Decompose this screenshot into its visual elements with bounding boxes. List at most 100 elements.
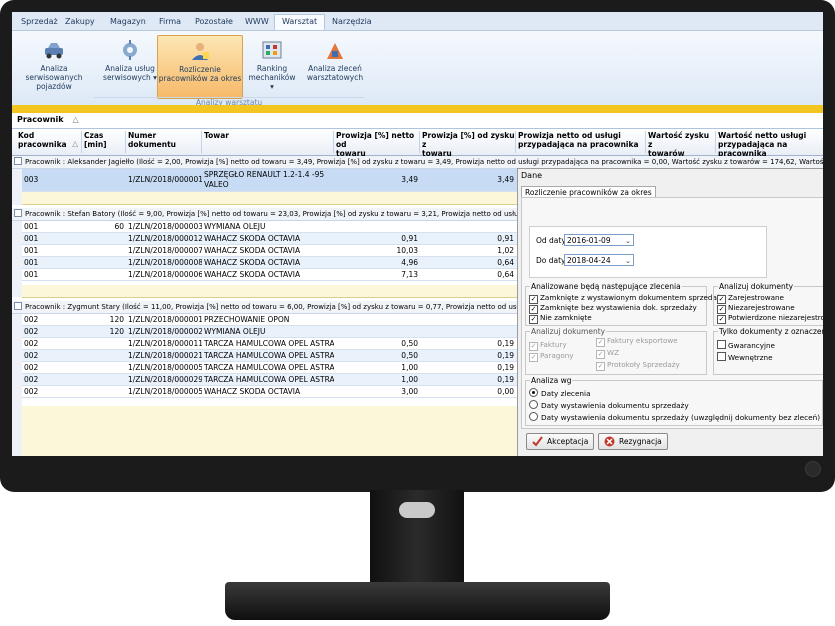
oznaczenie-fieldset: Tylko dokumenty z oznaczeniem Gwarancyjn… (713, 327, 823, 375)
checkbox-gwarancyjne[interactable]: Gwarancyjne (717, 340, 775, 350)
tab-narzedzia[interactable]: Narzędzia (325, 15, 379, 30)
analiza-serwisowanych-pojazdow-button[interactable]: Analiza serwisowanych pojazdów (12, 35, 96, 97)
cell-p2: 0,19 (497, 351, 514, 360)
cell-nr: 1/ZLN/2018/000012 (128, 234, 202, 243)
cell-towar: PRZECHOWANIE OPON (204, 315, 290, 324)
analiza-uslug-serwisowych-button[interactable]: Analiza usług serwisowych ▾ (100, 35, 160, 97)
cell-p1: 7,13 (401, 270, 418, 279)
ranking-mechanikow-button[interactable]: Ranking mechaników ▾ (246, 35, 298, 97)
check-icon (532, 436, 543, 447)
analizuj-fieldset: Analizuj dokumenty ✓ Zarejestrowane ✓ Niez… (713, 282, 823, 326)
cell-nr: 1/ZLN/2018/000029 (128, 375, 202, 384)
cell-nr: 1/ZLN/2018/000008 (128, 258, 202, 267)
cell-p1: 0,50 (401, 351, 418, 360)
ribbon-panel: Analiza serwisowanych pojazdów Analiza u… (12, 31, 823, 114)
accept-label: Akceptacja (547, 437, 589, 446)
cell-czas (82, 386, 126, 397)
radio-daty-zlecenia[interactable]: Daty zlecenia (529, 388, 591, 398)
collapse-icon[interactable] (14, 209, 22, 217)
cell-p1 (334, 314, 420, 325)
ribbon-btn-label: warsztatowych (306, 73, 364, 82)
power-button[interactable] (805, 461, 821, 477)
cell-kod: 001 (24, 234, 39, 243)
analiza-wg-fieldset: Analiza wg Daty zlecenia Daty wystawieni… (525, 376, 823, 426)
col-numer-dokumentu[interactable]: Numer dokumentu (126, 131, 202, 153)
ranking-icon (262, 41, 282, 59)
checkbox-wewnetrzne[interactable]: Wewnętrzne (717, 352, 773, 362)
collapse-icon[interactable] (14, 302, 22, 310)
chevron-down-icon[interactable]: ⌄ (625, 255, 631, 267)
col-prowizja-netto[interactable]: Prowizja [%] netto od towaru (334, 131, 420, 158)
od-daty-field[interactable]: 2016-01-09 ⌄ (564, 234, 634, 246)
tab-pozostale[interactable]: Pozostałe (188, 15, 240, 30)
col-prowizja-usluga[interactable]: Prowizja netto od usługi przypadająca na … (516, 131, 646, 153)
worker-icon (192, 43, 209, 60)
cell-czas (82, 338, 126, 349)
chevron-down-icon[interactable]: ⌄ (625, 235, 631, 247)
col-kod-pracownika[interactable]: Kod pracownika △ (16, 131, 82, 153)
ribbon-btn-label: Analiza usług (105, 64, 155, 73)
col-towar[interactable]: Towar (202, 131, 334, 153)
tab-warsztat[interactable]: Warsztat (274, 14, 326, 30)
tab-magazyn[interactable]: Magazyn (103, 15, 153, 30)
ribbon-btn-label: pracowników za okres (158, 74, 242, 83)
checkbox-protokoly[interactable]: ✓ Protokoły Sprzedaży (596, 360, 680, 371)
analiza-zlecen-warsztatowych-button[interactable]: Analiza zleceń warsztatowych (304, 35, 366, 97)
rozliczenie-pracownikow-button[interactable]: Rozliczenie pracowników za okres (157, 35, 243, 99)
collapse-icon[interactable] (14, 157, 22, 165)
cell-p1: 0,50 (401, 339, 418, 348)
tab-zakupy[interactable]: Zakupy (58, 15, 102, 30)
ribbon-btn-label: Analiza zleceń (308, 64, 362, 73)
cell-towar: WYMIANA OLEJU (204, 327, 266, 336)
accent-bar (12, 105, 823, 113)
sort-asc-icon: △ (72, 139, 78, 148)
checkbox-paragony[interactable]: ✓ Paragony (529, 351, 574, 362)
cell-czas: 120 (109, 315, 124, 324)
cell-kod: 001 (24, 270, 39, 279)
group-indent (12, 314, 22, 456)
gear-icon (123, 40, 137, 60)
col-wartosc-zysku[interactable]: Wartość zysku z towarów (646, 131, 716, 158)
ribbon-btn-label: Analiza serwisowanych (25, 64, 83, 82)
col-prowizja-zysk[interactable]: Prowizja [%] od zysku z towaru (420, 131, 516, 158)
checkbox-nie-zamkniete[interactable]: ✓ Nie zamknięte (529, 313, 592, 324)
cell-nr: 1/ZLN/2018/000021 (128, 351, 202, 360)
checkbox-faktury[interactable]: ✓ Faktury (529, 340, 567, 351)
checkbox-wz[interactable]: ✓ WZ (596, 348, 619, 359)
monitor-stand-base (225, 582, 610, 620)
cell-p2: 0,91 (497, 234, 514, 243)
do-daty-label: Do daty (536, 256, 566, 265)
cell-p2 (420, 314, 516, 325)
cell-p2: 0,64 (497, 270, 514, 279)
cell-towar: WAHACZ SKODA OCTAVIA (204, 387, 301, 396)
col-wartosc-uslugi[interactable]: Wartość netto usługi przypadająca na prac… (716, 131, 823, 158)
zlecenia-fieldset: Analizowane będą następujące zlecenia ✓ Z… (525, 282, 725, 326)
fieldset-legend: Analizuj dokumenty (530, 327, 607, 336)
checkbox-potwierdzone[interactable]: ✓Potwierdzone niezarejestrowane (717, 313, 823, 324)
tab-firma[interactable]: Firma (152, 15, 188, 30)
fieldset-legend: Tylko dokumenty z oznaczeniem (718, 327, 823, 336)
akceptacja-button[interactable]: Akceptacja (526, 433, 595, 450)
reject-label: Rezygnacja (619, 437, 662, 446)
do-daty-field[interactable]: 2018-04-24 ⌄ (564, 254, 634, 266)
cell-p2: 0,64 (497, 258, 514, 267)
dialog-panel: Od daty 2016-01-09 ⌄ Do daty 2018-04-24 ⌄ … (521, 197, 823, 429)
settings-dialog: Dane Rozliczenie pracowników za okres Od… (517, 168, 823, 456)
od-daty-label: Od daty (536, 236, 566, 245)
cell-kod: 002 (24, 339, 39, 348)
cell-p1: 0,91 (401, 234, 418, 243)
fieldset-legend: Analiza wg (530, 376, 573, 385)
cell-towar: WAHACZ SKODA OCTAVIA (204, 234, 301, 243)
cell-kod: 002 (24, 327, 39, 336)
tab-www[interactable]: WWW (238, 15, 276, 30)
cell-towar: WAHACZ SKODA OCTAVIA (204, 258, 301, 267)
fieldset-legend: Analizuj dokumenty (718, 282, 795, 291)
group-by-chip[interactable]: Pracownik △ (14, 115, 82, 126)
rezygnacja-button[interactable]: Rezygnacja (598, 433, 668, 450)
ribbon-btn-label: Ranking (256, 64, 288, 73)
checkbox-faktury-eksportowe[interactable]: ✓ Faktury eksportowe (596, 336, 678, 347)
radio-daty-wystawienia-bez-zlecen[interactable]: Daty wystawienia dokumentu sprzedaży (uw… (529, 412, 820, 422)
cell-p1: 3,00 (401, 387, 418, 396)
radio-daty-wystawienia[interactable]: Daty wystawienia dokumentu sprzedaży (529, 400, 689, 410)
col-czas[interactable]: Czas [min] (82, 131, 126, 153)
